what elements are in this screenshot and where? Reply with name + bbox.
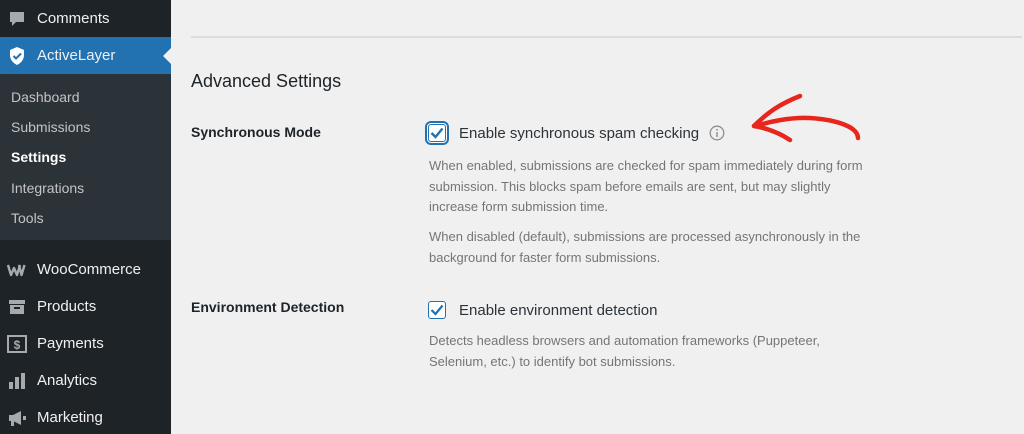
sync-description-disabled: When disabled (default), submissions are… — [429, 229, 861, 265]
synchronous-mode-label: Synchronous Mode — [191, 124, 321, 140]
annotation-arrow — [751, 93, 861, 143]
woocommerce-icon — [7, 260, 27, 280]
bar-chart-icon — [7, 371, 27, 391]
info-icon[interactable] — [709, 125, 725, 141]
menu-item-label: Comments — [37, 10, 110, 27]
menu-item-label: WooCommerce — [37, 261, 141, 278]
submenu-item-integrations[interactable]: Integrations — [11, 180, 84, 196]
sync-checkbox[interactable] — [428, 124, 446, 142]
svg-text:$: $ — [14, 338, 21, 352]
archive-icon — [7, 297, 27, 317]
menu-item-activelayer[interactable]: ActiveLayer — [0, 37, 171, 74]
section-title: Advanced Settings — [191, 71, 342, 91]
menu-item-label: ActiveLayer — [37, 47, 116, 64]
menu-item-products[interactable]: Products — [0, 288, 171, 325]
menu-item-comments[interactable]: Comments — [0, 0, 171, 37]
sync-description: When enabled, submissions are checked fo… — [429, 158, 863, 214]
submenu-item-submissions[interactable]: Submissions — [11, 119, 90, 135]
submenu-item-settings[interactable]: Settings — [11, 149, 66, 165]
shield-check-icon — [7, 46, 27, 66]
env-description: Detects headless browsers and automation… — [429, 333, 820, 369]
comment-icon — [7, 9, 27, 29]
menu-item-label: Marketing — [37, 409, 103, 426]
submenu-item-tools[interactable]: Tools — [11, 210, 44, 226]
menu-item-label: Payments — [37, 335, 104, 352]
menu-item-label: Analytics — [37, 372, 98, 389]
env-checkbox-row: Enable environment detection — [428, 301, 657, 319]
environment-detection-label: Environment Detection — [191, 299, 345, 315]
megaphone-icon — [7, 408, 27, 428]
submenu-item-dashboard[interactable]: Dashboard — [11, 89, 80, 105]
dollar-icon: $ — [7, 334, 27, 354]
env-checkbox[interactable] — [428, 301, 446, 319]
section-divider — [191, 36, 1022, 38]
sync-checkbox-row: Enable synchronous spam checking — [428, 124, 725, 142]
admin-sidebar: Comments ActiveLayer Dashboard Submissio… — [0, 0, 171, 434]
menu-item-payments[interactable]: $ Payments — [0, 325, 171, 362]
env-checkbox-label[interactable]: Enable environment detection — [459, 302, 657, 319]
menu-item-label: Products — [37, 298, 97, 315]
menu-item-analytics[interactable]: Analytics — [0, 362, 171, 399]
menu-item-marketing[interactable]: Marketing — [0, 399, 171, 434]
activelayer-submenu: Dashboard Submissions Settings Integrati… — [0, 74, 171, 240]
menu-item-woocommerce[interactable]: WooCommerce — [0, 251, 171, 288]
sync-checkbox-label[interactable]: Enable synchronous spam checking — [459, 125, 699, 142]
